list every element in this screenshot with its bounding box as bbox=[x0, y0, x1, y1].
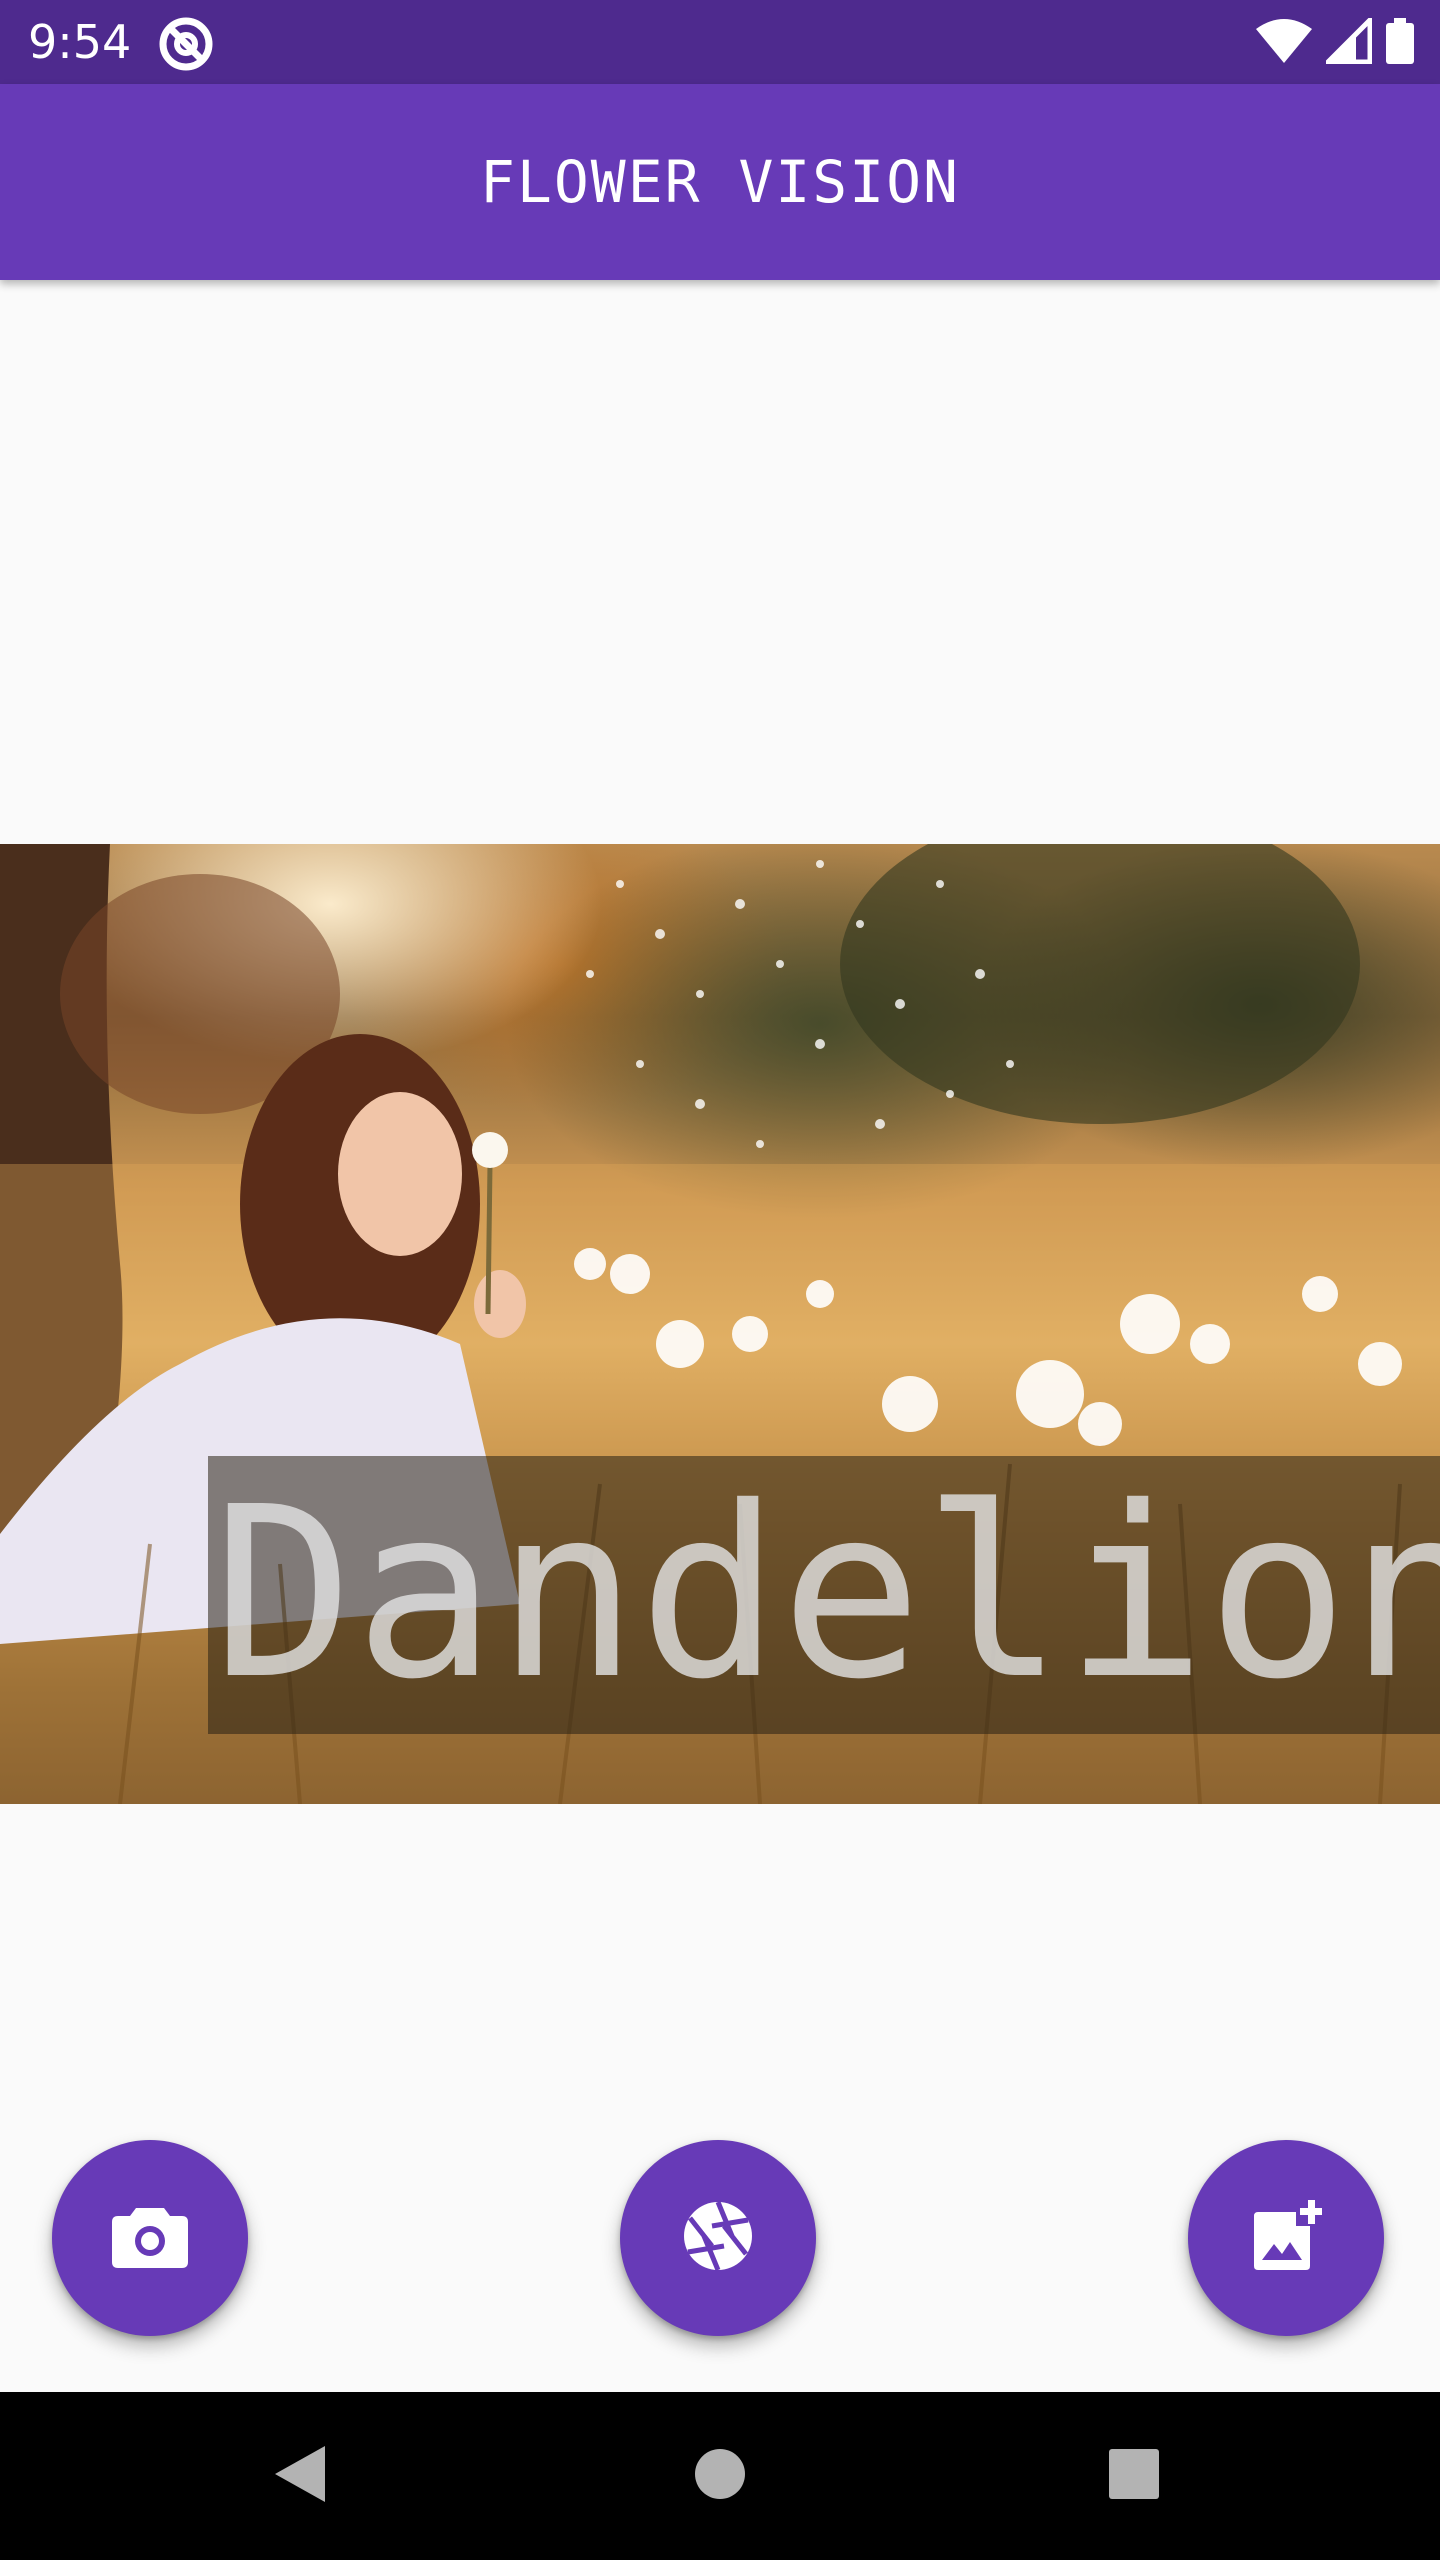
cell-signal-icon bbox=[1321, 13, 1373, 68]
app-title: FLOWER VISION bbox=[480, 148, 960, 216]
gallery-button[interactable] bbox=[1188, 2140, 1384, 2336]
nav-bar bbox=[0, 2392, 1440, 2560]
status-time: 9:54 bbox=[28, 15, 132, 69]
capture-button[interactable] bbox=[620, 2140, 816, 2336]
photo-image: Dandelion bbox=[0, 844, 1440, 1804]
recents-icon bbox=[1108, 2448, 1160, 2504]
app-notification-icon bbox=[158, 16, 214, 72]
wifi-icon bbox=[1256, 19, 1312, 67]
back-icon bbox=[273, 2444, 327, 2508]
home-button[interactable] bbox=[620, 2392, 820, 2560]
battery-icon bbox=[1386, 18, 1414, 68]
camera-icon bbox=[112, 2204, 188, 2272]
shutter-icon bbox=[682, 2200, 754, 2276]
home-icon bbox=[694, 2448, 746, 2504]
camera-button[interactable] bbox=[52, 2140, 248, 2336]
app-bar: FLOWER VISION bbox=[0, 84, 1440, 280]
detected-label: Dandelion bbox=[212, 1456, 1440, 1731]
recents-button[interactable] bbox=[1034, 2392, 1234, 2560]
status-bar: 9:54 bbox=[0, 0, 1440, 84]
back-button[interactable] bbox=[200, 2392, 400, 2560]
add-photo-icon bbox=[1250, 2200, 1323, 2276]
girl-face bbox=[338, 1092, 462, 1256]
